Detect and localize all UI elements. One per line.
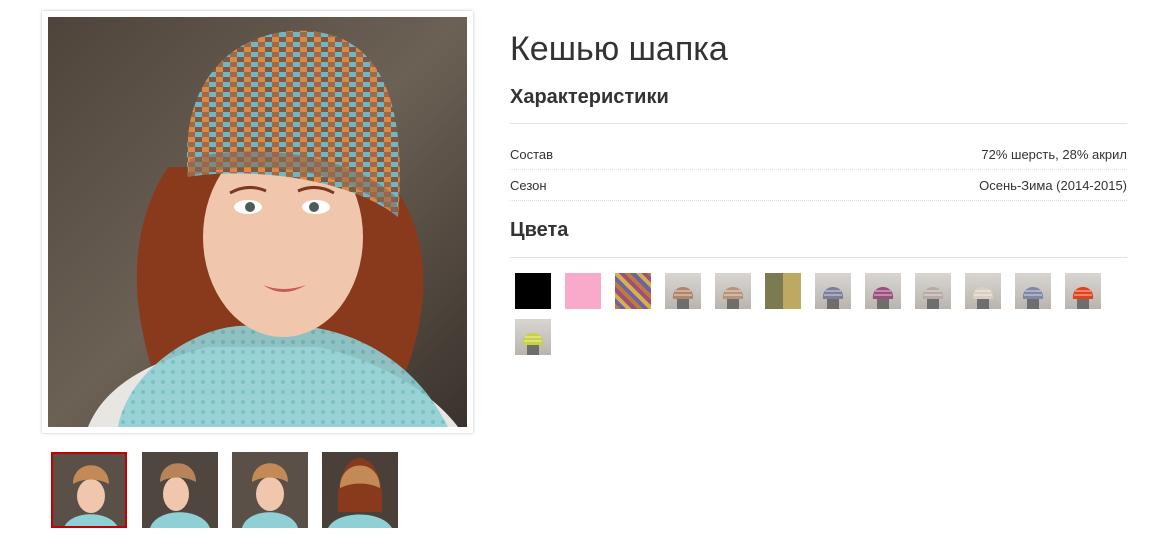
thumbnail-front-view-2[interactable] [232, 452, 308, 528]
row-divider [510, 200, 1127, 201]
characteristics-divider [510, 123, 1127, 124]
characteristics-heading: Характеристики [510, 86, 669, 108]
color-swatch-beige-grey-mix[interactable] [915, 273, 951, 309]
color-swatch-multicolor-knit[interactable] [615, 273, 651, 309]
season-label: Сезон [510, 178, 547, 193]
composition-label: Состав [510, 147, 554, 162]
color-swatch-black[interactable] [515, 273, 551, 309]
color-swatch-cream-mix[interactable] [965, 273, 1001, 309]
color-swatch-orange-grey-mix[interactable] [715, 273, 751, 309]
thumbnail-side-view[interactable] [142, 452, 218, 528]
product-title: Кешью шапка [510, 30, 728, 68]
colors-heading: Цвета [510, 219, 569, 241]
color-swatch-denim-mix[interactable] [1015, 273, 1051, 309]
color-swatch-yellow-green[interactable] [515, 319, 551, 355]
color-swatch-blue-grey-mix[interactable] [815, 273, 851, 309]
product-photo [48, 17, 467, 427]
composition-value: 72% шерсть, 28% акрил [981, 147, 1127, 162]
colors-divider [510, 257, 1127, 258]
color-swatch-pink[interactable] [565, 273, 601, 309]
thumbnail-front-view[interactable] [51, 452, 127, 528]
thumbnail-back-view[interactable] [322, 452, 398, 528]
color-swatch-red-orange[interactable] [1065, 273, 1101, 309]
row-divider [510, 169, 1127, 170]
season-value: Осень-Зима (2014-2015) [979, 178, 1127, 193]
color-swatch-magenta-mix[interactable] [865, 273, 901, 309]
color-swatch-olive-khaki[interactable] [765, 273, 801, 309]
color-swatch-orange-mix[interactable] [665, 273, 701, 309]
product-main-image[interactable] [42, 11, 473, 433]
